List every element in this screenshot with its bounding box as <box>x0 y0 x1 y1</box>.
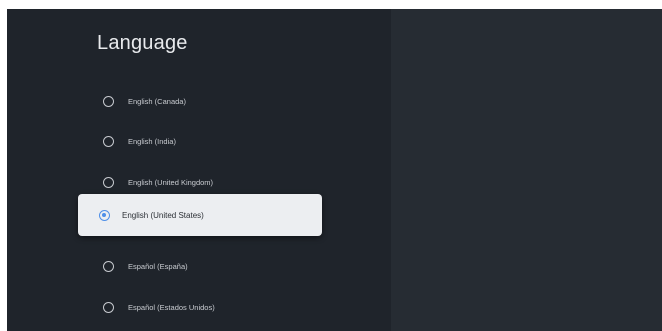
language-list: English (Canada) English (India) English… <box>7 9 391 331</box>
radio-unchecked-icon <box>103 260 114 272</box>
language-option-label: English (United States) <box>122 210 204 220</box>
tv-settings-screen: Language English (Canada) English (India… <box>7 9 662 331</box>
language-option-label: English (India) <box>128 136 176 146</box>
language-option-english-canada[interactable]: English (Canada) <box>93 82 321 120</box>
radio-unchecked-icon <box>103 176 114 188</box>
radio-unchecked-icon <box>103 135 114 147</box>
language-option-label: English (Canada) <box>128 96 186 106</box>
language-option-espanol-estados-unidos[interactable]: Español (Estados Unidos) <box>93 288 321 326</box>
language-panel: Language English (Canada) English (India… <box>7 9 391 331</box>
language-option-label: Español (España) <box>128 261 188 271</box>
radio-unchecked-icon <box>103 301 114 313</box>
language-option-english-india[interactable]: English (India) <box>93 122 321 160</box>
language-option-label: Español (Estados Unidos) <box>128 302 215 312</box>
language-option-label: English (United Kingdom) <box>128 177 214 187</box>
radio-checked-icon <box>99 209 110 221</box>
background-panel <box>391 9 662 331</box>
radio-unchecked-icon <box>103 95 114 107</box>
language-option-english-us[interactable]: English (United States) <box>78 194 322 236</box>
language-option-espanol-espana[interactable]: Español (España) <box>93 247 321 285</box>
